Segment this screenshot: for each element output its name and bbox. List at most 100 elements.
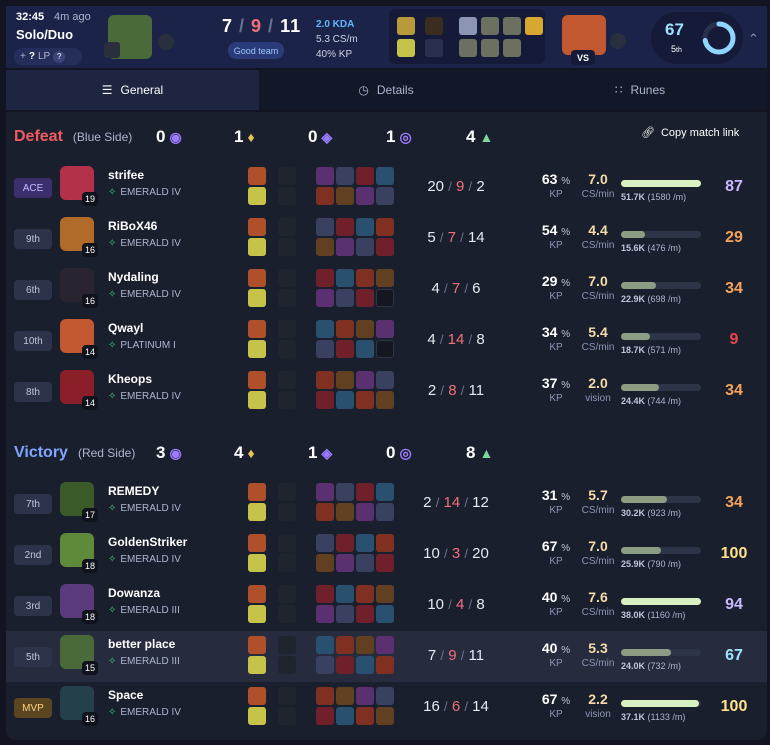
- tab-runes[interactable]: ∷ Runes: [513, 70, 767, 110]
- player-name[interactable]: GoldenStriker: [108, 535, 187, 549]
- kda-ratio: 2.0 KDA: [316, 19, 355, 30]
- damage-dealt: 37.1K (1133 /m): [621, 712, 686, 722]
- team-side: (Blue Side): [72, 130, 133, 144]
- match-duration: 32:45: [16, 11, 45, 23]
- item-icon: [316, 167, 334, 185]
- player-row[interactable]: 3rd 18 Dowanza ✧ EMERALD III 10 / 4 / 8 4…: [6, 580, 767, 631]
- player-row[interactable]: MVP 16 Space ✧ EMERALD IV 16 / 6 / 14 67 …: [6, 682, 767, 733]
- player-row[interactable]: 5th 15 better place ✧ EMERALD III 7 / 9 /…: [6, 631, 767, 682]
- tier-icon: ✧: [108, 707, 117, 718]
- rune-icon: [425, 39, 443, 57]
- player-tier: ✧ PLATINUM I: [108, 340, 176, 351]
- cs-per-min: 7.0 CS/min: [581, 171, 615, 200]
- item-icon: [356, 534, 374, 552]
- tab-details[interactable]: ◷ Details: [259, 70, 513, 110]
- copy-match-link-button[interactable]: 🔗︎ Copy match link: [641, 126, 739, 140]
- rune-icon: [278, 707, 296, 725]
- kill-participation: 34 % KP: [541, 324, 571, 353]
- damage-dealt: 30.2K (923 /m): [621, 508, 682, 518]
- item-icon: [356, 707, 374, 725]
- player-name[interactable]: REMEDY: [108, 484, 159, 498]
- rune-icon: [278, 656, 296, 674]
- player-tier: ✧ EMERALD IV: [108, 289, 181, 300]
- summoner-spell-icon: [248, 707, 266, 725]
- champion-level: 14: [82, 396, 98, 410]
- player-row[interactable]: 8th 14 Kheops ✧ EMERALD IV 2 / 8 / 11 37 …: [6, 366, 767, 417]
- player-name[interactable]: Dowanza: [108, 586, 160, 600]
- player-rank-badge: 3rd: [14, 596, 52, 616]
- player-tier: ✧ EMERALD IV: [108, 187, 181, 198]
- item-icon: [336, 187, 354, 205]
- summoner-spell-icon: [248, 656, 266, 674]
- player-name[interactable]: Space: [108, 688, 143, 702]
- item-icon: [336, 656, 354, 674]
- tab-general[interactable]: ☰ General: [6, 70, 259, 110]
- summoner-spell-icon: [248, 187, 266, 205]
- player-row[interactable]: ACE 19 strifee ✧ EMERALD IV 20 / 9 / 2 63…: [6, 162, 767, 213]
- item-icon: [336, 320, 354, 338]
- rune-icon: [278, 320, 296, 338]
- player-score: 100: [720, 545, 748, 562]
- tier-icon: ✧: [108, 289, 117, 300]
- item-icon: [376, 340, 394, 358]
- item-icon: [336, 585, 354, 603]
- kill-participation: 37 % KP: [541, 375, 571, 404]
- rune-icon: [278, 585, 296, 603]
- player-name[interactable]: strifee: [108, 168, 144, 182]
- role-marker-icon: [158, 34, 174, 50]
- grub-icon: ◎: [399, 444, 412, 461]
- player-score: 34: [725, 494, 743, 511]
- player-kda: 4 / 7 / 6: [431, 280, 481, 297]
- rune-icon: [278, 269, 296, 287]
- item-icon: [356, 320, 374, 338]
- player-score: 67: [725, 647, 743, 664]
- damage-bar: [621, 231, 701, 238]
- player-row[interactable]: 2nd 18 GoldenStriker ✧ EMERALD IV 10 / 3 …: [6, 529, 767, 580]
- item-icon: [376, 605, 394, 623]
- clock-icon: ◷: [358, 83, 369, 97]
- collapse-chevron-icon[interactable]: ⌃: [748, 31, 759, 47]
- damage-dealt: 38.0K (1160 /m): [621, 610, 686, 620]
- player-name[interactable]: Kheops: [108, 372, 152, 386]
- player-name[interactable]: RiBoX46: [108, 219, 157, 233]
- item-icon: [376, 167, 394, 185]
- player-tier: ✧ EMERALD III: [108, 656, 180, 667]
- item-icon: [356, 238, 374, 256]
- tier-icon: ✧: [108, 187, 117, 198]
- player-kda: 7 / 9 / 11: [427, 647, 485, 664]
- damage-dealt: 25.9K (790 /m): [621, 559, 682, 569]
- champion-level: 16: [82, 243, 98, 257]
- player-row[interactable]: 7th 17 REMEDY ✧ EMERALD IV 2 / 14 / 12 31…: [6, 478, 767, 529]
- player-row[interactable]: 6th 16 Nydaling ✧ EMERALD IV 4 / 7 / 6 29…: [6, 264, 767, 315]
- player-row[interactable]: 9th 16 RiBoX46 ✧ EMERALD IV 5 / 7 / 14 54…: [6, 213, 767, 264]
- item-icon: [316, 289, 334, 307]
- rune-icon: [278, 371, 296, 389]
- match-summary-bar[interactable]: 32:45 4m ago Solo/Duo + ? LP ? 7 / 9 / 1…: [6, 6, 767, 68]
- lp-help-icon[interactable]: ?: [53, 50, 66, 63]
- player-row[interactable]: 10th 14 Qwayl ✧ PLATINUM I 4 / 14 / 8 34 …: [6, 315, 767, 366]
- player-name[interactable]: Qwayl: [108, 321, 143, 335]
- item-icon: [316, 503, 334, 521]
- item-icon: [316, 340, 334, 358]
- player-name[interactable]: Nydaling: [108, 270, 159, 284]
- link-icon: 🔗︎: [641, 127, 655, 139]
- objective-count: 1 ♦: [234, 127, 255, 146]
- item-icon: [503, 39, 521, 57]
- cs-per-min: 7.0 CS/min: [581, 273, 615, 302]
- rune-icon: [278, 167, 296, 185]
- item-icon: [356, 554, 374, 572]
- player-kda: 7 / 9 / 11: [222, 16, 302, 36]
- damage-bar: [621, 649, 701, 656]
- item-icon: [336, 605, 354, 623]
- damage-dealt: 51.7K (1580 /m): [621, 192, 687, 202]
- item-icon: [316, 391, 334, 409]
- champion-level: 18: [82, 610, 98, 624]
- kill-participation: 67 % KP: [541, 691, 571, 720]
- item-icon: [336, 391, 354, 409]
- player-name[interactable]: better place: [108, 637, 175, 651]
- item-icon: [316, 187, 334, 205]
- item-icon: [376, 371, 394, 389]
- damage-bar: [621, 496, 701, 503]
- rune-icon: [278, 218, 296, 236]
- item-icon: [316, 554, 334, 572]
